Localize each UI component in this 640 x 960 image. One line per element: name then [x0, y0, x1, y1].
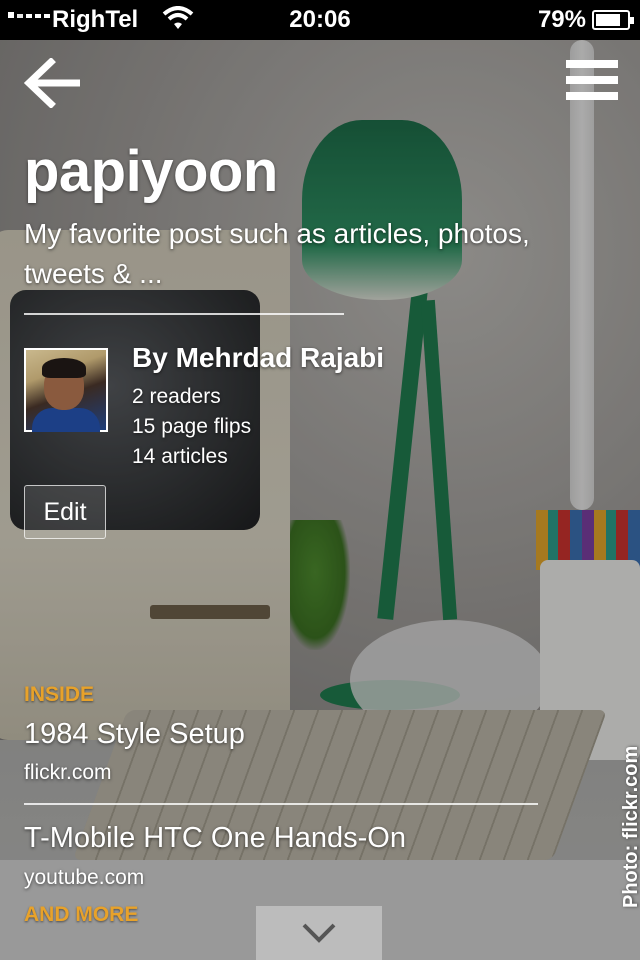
- article-title[interactable]: T-Mobile HTC One Hands-On: [24, 822, 406, 855]
- author-name[interactable]: By Mehrdad Rajabi: [132, 342, 384, 374]
- avatar[interactable]: [24, 348, 108, 432]
- battery-percent: 79%: [537, 6, 586, 33]
- and-more-label[interactable]: AND MORE: [24, 903, 138, 927]
- edit-button[interactable]: Edit: [24, 485, 106, 539]
- page-flips-count: 15 page flips: [132, 415, 252, 438]
- back-button[interactable]: [23, 57, 82, 109]
- scroll-down-button[interactable]: [256, 906, 382, 960]
- article-source: youtube.com: [24, 866, 145, 889]
- battery-icon: [592, 10, 634, 30]
- hamburger-menu-icon: [566, 60, 618, 100]
- article-source: flickr.com: [24, 761, 112, 784]
- article-divider: [24, 803, 538, 805]
- arrow-left-icon: [23, 57, 80, 109]
- magazine-title: papiyoon: [24, 139, 278, 204]
- header-divider: [24, 313, 344, 315]
- articles-count: 14 articles: [132, 445, 228, 468]
- readers-count: 2 readers: [132, 385, 221, 408]
- article-title[interactable]: 1984 Style Setup: [24, 718, 245, 751]
- chevron-down-icon: [302, 923, 336, 943]
- photo-credit: Photo: flickr.com: [620, 745, 640, 908]
- inside-label: INSIDE: [24, 683, 95, 706]
- status-bar: RighTel 20:06 79%: [0, 0, 640, 40]
- menu-button[interactable]: [566, 60, 618, 106]
- magazine-description: My favorite post such as articles, photo…: [24, 218, 530, 289]
